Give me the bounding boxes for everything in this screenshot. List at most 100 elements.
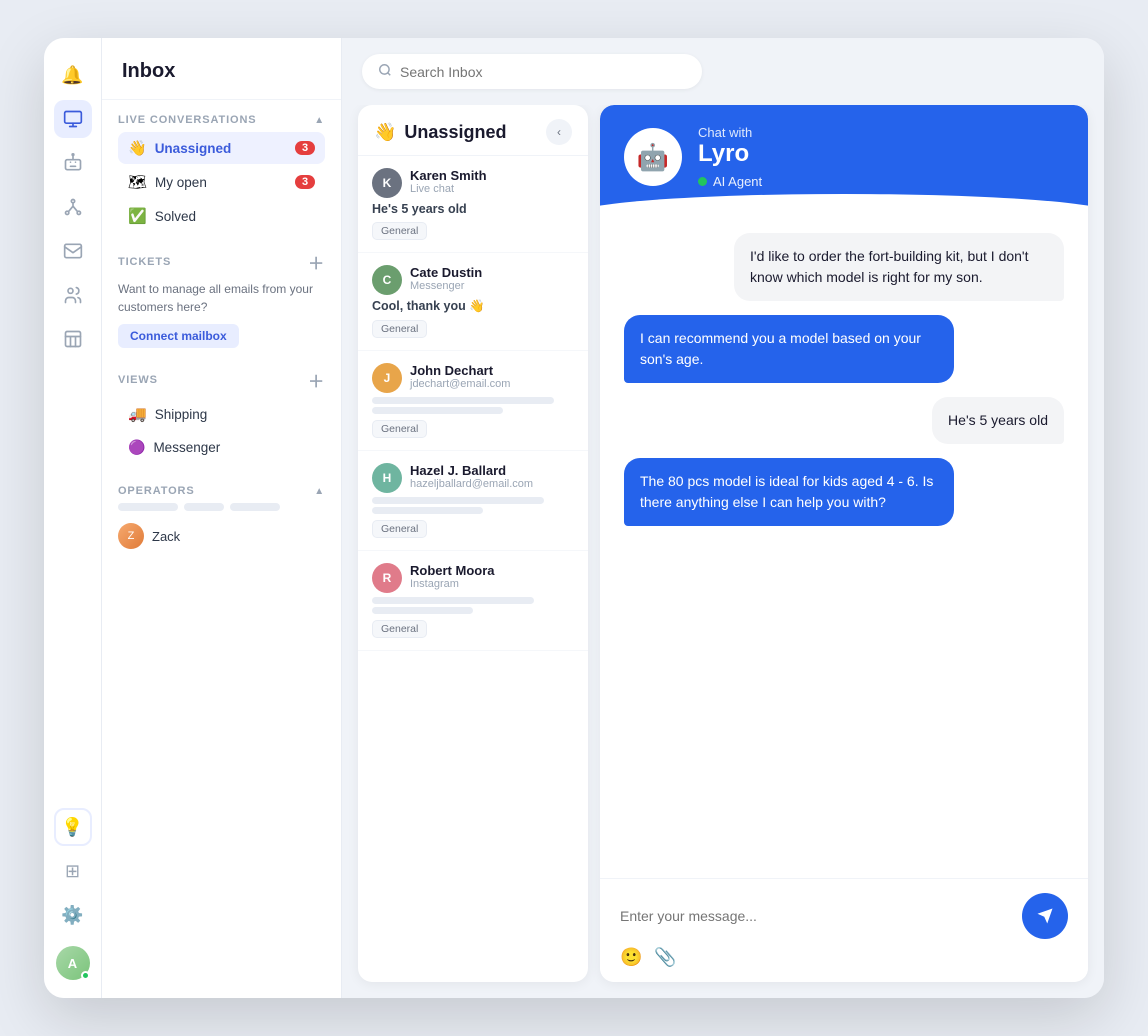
conv-avatar-hazel: H (372, 463, 402, 493)
search-bar-area (342, 38, 1104, 105)
messenger-icon: 🟣 (128, 439, 145, 456)
conv-channel-hazel: hazeljballard@email.com (410, 478, 574, 490)
chat-header: 🤖 Chat with Lyro AI Agent (600, 105, 1088, 213)
chat-wave-decor (600, 194, 1088, 214)
myopen-badge: 3 (295, 175, 315, 189)
search-input[interactable] (400, 64, 686, 80)
sidebar-header: Inbox (102, 38, 341, 100)
sidebar-item-shipping[interactable]: 🚚 Shipping (118, 398, 325, 430)
chat-input-area: 🙂 📎 (600, 878, 1088, 982)
myopen-icon: 🗺 (128, 173, 147, 191)
nav-grid-icon[interactable]: ⊞ (54, 852, 92, 890)
conv-preview-cate: Cool, thank you 👋 (372, 299, 574, 314)
conv-info-karen: Karen Smith Live chat (410, 168, 574, 198)
tickets-add-btn[interactable]: ＋ (308, 250, 325, 274)
chat-with-label: Chat with (698, 125, 762, 140)
conv-name-john: John Dechart (410, 363, 574, 378)
conv-item-karen[interactable]: K Karen Smith Live chat He's 5 years old… (358, 156, 588, 253)
message-3: He's 5 years old (932, 397, 1064, 444)
operators-chevron[interactable]: ▲ (314, 486, 325, 497)
conv-item-cate[interactable]: C Cate Dustin Messenger Cool, thank you … (358, 253, 588, 351)
operator-zack-avatar: Z (118, 523, 144, 549)
sidebar-item-unassigned[interactable]: 👋 Unassigned 3 (118, 132, 325, 164)
tickets-label: TICKETS ＋ (118, 250, 325, 274)
conv-tag-hazel: General (372, 520, 427, 538)
conv-tag-cate: General (372, 320, 427, 338)
operators-label: OPERATORS ▲ (118, 485, 325, 497)
views-add-btn[interactable]: ＋ (308, 368, 325, 392)
messages-area: I'd like to order the fort-building kit,… (600, 213, 1088, 878)
live-conversations-label: LIVE CONVERSATIONS ▲ (118, 114, 325, 126)
conv-item-john[interactable]: J John Dechart jdechart@email.com Genera… (358, 351, 588, 451)
conversation-panel: 👋 Unassigned ‹ K Karen Smith Live chat (358, 105, 588, 982)
sidebar-item-solved[interactable]: ✅ Solved (118, 200, 325, 232)
conv-name-karen: Karen Smith (410, 168, 574, 183)
nav-bot-icon[interactable] (54, 144, 92, 182)
nav-chart-icon[interactable] (54, 320, 92, 358)
conv-channel-john: jdechart@email.com (410, 378, 574, 390)
app-container: 🔔 (44, 38, 1104, 998)
conv-item-hazel[interactable]: H Hazel J. Ballard hazeljballard@email.c… (358, 451, 588, 551)
conv-channel-karen: Live chat (410, 183, 574, 195)
content-area: 👋 Unassigned ‹ K Karen Smith Live chat (342, 38, 1104, 998)
conv-panel-header: 👋 Unassigned ‹ (358, 105, 588, 156)
ai-status-dot (698, 177, 707, 186)
search-bar (362, 54, 702, 89)
conv-preview-lines-john (372, 397, 574, 414)
nav-lightbulb-icon[interactable]: 💡 (54, 808, 92, 846)
panels-row: 👋 Unassigned ‹ K Karen Smith Live chat (342, 105, 1104, 998)
conv-name-cate: Cate Dustin (410, 265, 574, 280)
solved-icon: ✅ (128, 207, 147, 225)
conv-channel-cate: Messenger (410, 280, 574, 292)
conv-preview-lines-robert (372, 597, 574, 614)
collapse-panel-btn[interactable]: ‹ (546, 119, 572, 145)
nav-inbox-icon[interactable] (54, 100, 92, 138)
message-1: I'd like to order the fort-building kit,… (734, 233, 1064, 301)
nav-network-icon[interactable] (54, 188, 92, 226)
operators-section: OPERATORS ▲ Z Zack (102, 475, 341, 563)
chat-input[interactable] (620, 908, 1012, 924)
send-button[interactable] (1022, 893, 1068, 939)
unassigned-icon: 👋 (128, 139, 147, 157)
nav-mail-icon[interactable] (54, 232, 92, 270)
unassigned-badge: 3 (295, 141, 315, 155)
conv-avatar-karen: K (372, 168, 402, 198)
nav-settings-icon[interactable]: ⚙️ (54, 896, 92, 934)
conv-preview-lines-hazel (372, 497, 574, 514)
conv-panel-icon: 👋 (374, 122, 396, 143)
conv-item-top: K Karen Smith Live chat (372, 168, 574, 198)
conv-item-robert[interactable]: R Robert Moora Instagram General (358, 551, 588, 651)
tickets-section: TICKETS ＋ Want to manage all emails from… (102, 240, 341, 358)
sidebar-item-myopen[interactable]: 🗺 My open 3 (118, 166, 325, 198)
live-conversations-chevron[interactable]: ▲ (314, 115, 325, 126)
search-icon (378, 63, 392, 80)
ai-agent-label: AI Agent (713, 174, 762, 189)
nav-people-icon[interactable] (54, 276, 92, 314)
operators-placeholder (118, 503, 325, 511)
chat-panel: 🤖 Chat with Lyro AI Agent (600, 105, 1088, 982)
emoji-icon[interactable]: 🙂 (620, 947, 642, 968)
lyro-avatar: 🤖 (624, 128, 682, 186)
views-section: VIEWS ＋ 🚚 Shipping 🟣 Messenger (102, 358, 341, 475)
conv-panel-heading: Unassigned (404, 122, 506, 143)
main-sidebar: Inbox LIVE CONVERSATIONS ▲ 👋 Unassigned … (102, 38, 342, 998)
operator-zack[interactable]: Z Zack (118, 519, 325, 553)
conv-panel-title: 👋 Unassigned (374, 122, 506, 143)
views-label: VIEWS ＋ (118, 368, 325, 392)
connect-mailbox-text: Want to manage all emails from your cust… (118, 280, 325, 316)
nav-bell-icon[interactable]: 🔔 (54, 56, 92, 94)
connect-mailbox-button[interactable]: Connect mailbox (118, 324, 239, 348)
attachment-icon[interactable]: 📎 (654, 947, 676, 968)
conv-name-hazel: Hazel J. Ballard (410, 463, 574, 478)
chat-bot-name: Lyro (698, 140, 762, 168)
user-avatar[interactable]: A (56, 946, 90, 980)
live-conversations-section: LIVE CONVERSATIONS ▲ 👋 Unassigned 3 🗺 My… (102, 100, 341, 240)
conv-name-robert: Robert Moora (410, 563, 574, 578)
sidebar-item-messenger[interactable]: 🟣 Messenger (118, 432, 325, 463)
conv-preview-karen: He's 5 years old (372, 202, 574, 216)
message-2: I can recommend you a model based on you… (624, 315, 954, 383)
conv-tag-john: General (372, 420, 427, 438)
message-4: The 80 pcs model is ideal for kids aged … (624, 458, 954, 526)
sidebar-title: Inbox (122, 60, 321, 83)
conv-tag-karen: General (372, 222, 427, 240)
